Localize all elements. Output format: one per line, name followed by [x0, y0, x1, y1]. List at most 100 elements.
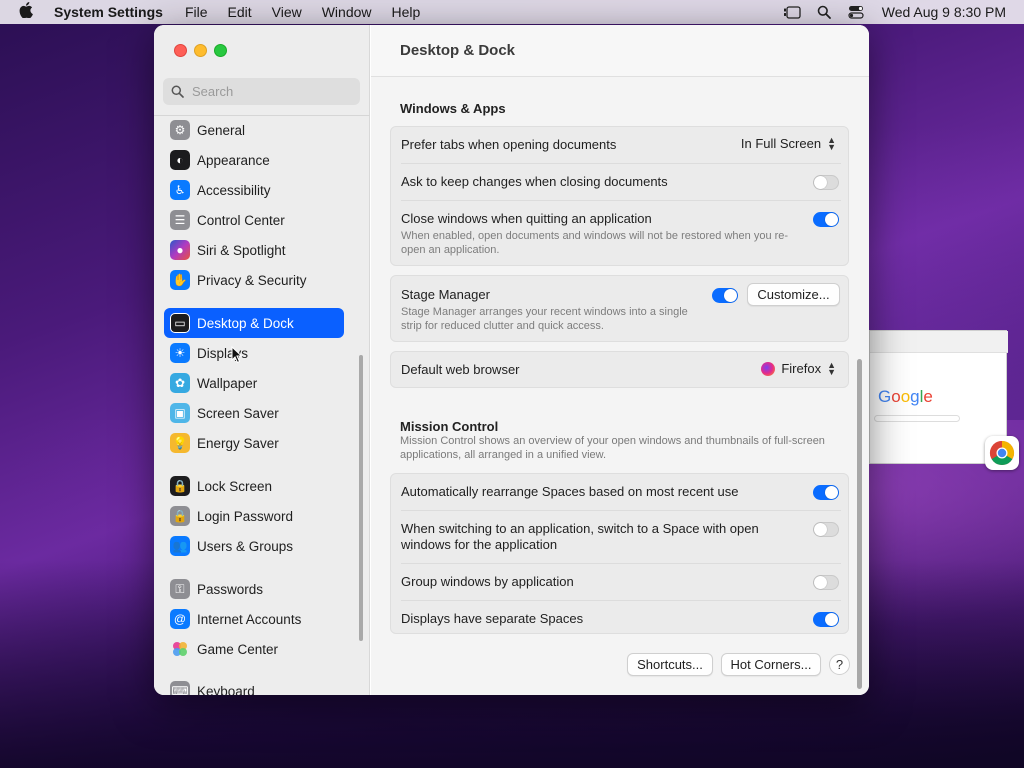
sidebar-item-label: Users & Groups [197, 538, 294, 554]
sidebar-item-label: Appearance [197, 152, 270, 168]
gear-icon: ⚙ [170, 120, 190, 140]
key-icon: ⚿ [170, 579, 190, 599]
mission-control-desc: Mission Control shows an overview of you… [400, 435, 825, 461]
close-window-button[interactable] [174, 44, 187, 57]
app-menu[interactable]: System Settings [52, 4, 175, 20]
row-separator [401, 163, 841, 164]
default-browser-label: Default web browser [401, 362, 520, 377]
separate-spaces-label: Displays have separate Spaces [401, 611, 584, 626]
stage-manager-card: Stage Manager Stage Manager arranges you… [390, 275, 849, 342]
sidebar-item-label: Privacy & Security [197, 272, 307, 288]
file-menu[interactable]: File [175, 4, 218, 20]
sidebar-item-energy-saver[interactable]: 💡 Energy Saver [164, 429, 344, 457]
close-windows-label: Close windows when quitting an applicati… [401, 211, 652, 226]
group-windows-label: Group windows by application [401, 574, 574, 589]
zoom-window-button[interactable] [214, 44, 227, 57]
appearance-icon: ◐ [170, 150, 190, 170]
sidebar-item-label: Lock Screen [197, 478, 273, 494]
sidebar-item-control-center[interactable]: ☰ Control Center [164, 206, 344, 234]
sidebar-item-label: Siri & Spotlight [197, 242, 286, 258]
page-title: Desktop & Dock [400, 42, 516, 59]
ask-keep-label: Ask to keep changes when closing documen… [401, 174, 668, 189]
spotlight-search-icon[interactable] [808, 0, 840, 24]
sidebar-item-siri-spotlight[interactable]: ● Siri & Spotlight [164, 236, 344, 264]
prefer-tabs-popup[interactable]: In Full Screen ▲ ▼ [741, 134, 836, 152]
shortcuts-button[interactable]: Shortcuts... [627, 653, 713, 676]
sidebar-item-label: Passwords [197, 581, 264, 597]
sidebar-search[interactable] [163, 78, 360, 105]
control-center-menu-icon[interactable] [840, 0, 872, 24]
google-logo: Google [878, 387, 933, 406]
row-separator [401, 563, 841, 564]
sidebar-item-wallpaper[interactable]: ✿ Wallpaper [164, 369, 344, 397]
menu-bar: System Settings File Edit View Window He… [0, 0, 1024, 24]
stage-manager-menu-icon[interactable] [776, 0, 808, 24]
users-icon: 👥 [170, 536, 190, 556]
sidebar-scrollbar[interactable] [359, 355, 363, 641]
sidebar-item-label: Energy Saver [197, 435, 279, 451]
flower-icon: ✿ [170, 373, 190, 393]
close-windows-row: Close windows when quitting an applicati… [401, 211, 801, 257]
system-settings-window: ⚙ General ◐ Appearance ♿ Accessibility ☰… [154, 25, 869, 695]
sidebar-item-keyboard[interactable]: ⌨ Keyboard [164, 677, 344, 695]
sidebar-item-general[interactable]: ⚙ General [164, 116, 344, 144]
sidebar-item-accessibility[interactable]: ♿ Accessibility [164, 176, 344, 204]
sidebar-item-users-groups[interactable]: 👥 Users & Groups [164, 532, 344, 560]
sidebar-item-passwords[interactable]: ⚿ Passwords [164, 575, 344, 603]
switch-space-toggle[interactable] [813, 522, 839, 537]
sidebar-item-label: Control Center [197, 212, 285, 228]
menu-clock[interactable]: Wed Aug 9 8:30 PM [872, 4, 1006, 20]
close-windows-toggle[interactable] [813, 212, 839, 227]
edit-menu[interactable]: Edit [218, 4, 262, 20]
sidebar-item-game-center[interactable]: Game Center [164, 635, 344, 663]
game-center-icon [170, 639, 190, 659]
dock-icon: ▭ [170, 313, 190, 333]
hand-icon: ✋ [170, 270, 190, 290]
content-scrollbar[interactable] [857, 359, 862, 689]
stage-manager-toggle[interactable] [712, 288, 738, 303]
default-browser-popup[interactable]: Firefox ▲ ▼ [761, 359, 836, 377]
rearrange-spaces-row: Automatically rearrange Spaces based on … [401, 484, 801, 499]
sidebar: ⚙ General ◐ Appearance ♿ Accessibility ☰… [154, 25, 370, 695]
prefer-tabs-label: Prefer tabs when opening documents [401, 137, 617, 152]
ask-keep-toggle[interactable] [813, 175, 839, 190]
accessibility-icon: ♿ [170, 180, 190, 200]
separate-spaces-toggle[interactable] [813, 612, 839, 627]
help-button[interactable]: ? [829, 654, 850, 675]
apple-menu-icon[interactable] [0, 2, 52, 22]
stage-manager-label: Stage Manager [401, 287, 490, 302]
sidebar-item-screen-saver[interactable]: ▣ Screen Saver [164, 399, 344, 427]
sidebar-item-label: Accessibility [197, 182, 271, 198]
window-menu[interactable]: Window [312, 4, 382, 20]
search-input[interactable] [192, 84, 352, 99]
sidebar-item-internet-accounts[interactable]: @ Internet Accounts [164, 605, 344, 633]
windows-apps-heading: Windows & Apps [400, 101, 506, 116]
lock-icon: 🔒 [170, 476, 190, 496]
minimize-window-button[interactable] [194, 44, 207, 57]
rearrange-spaces-toggle[interactable] [813, 485, 839, 500]
mission-control-heading: Mission Control [400, 419, 499, 434]
chevron-updown-icon: ▲ ▼ [827, 134, 836, 152]
sidebar-item-privacy-security[interactable]: ✋ Privacy & Security [164, 266, 344, 294]
sidebar-item-lock-screen[interactable]: 🔒 Lock Screen [164, 472, 344, 500]
sidebar-item-label: Internet Accounts [197, 611, 302, 627]
help-menu[interactable]: Help [382, 4, 431, 20]
sidebar-item-label: Keyboard [197, 683, 255, 696]
customize-button[interactable]: Customize... [747, 283, 840, 306]
view-menu[interactable]: View [262, 4, 312, 20]
sidebar-item-desktop-dock[interactable]: ▭ Desktop & Dock [164, 308, 344, 338]
at-icon: @ [170, 609, 190, 629]
sidebar-item-appearance[interactable]: ◐ Appearance [164, 146, 344, 174]
chevron-updown-icon: ▲ ▼ [827, 359, 836, 377]
screen-saver-icon: ▣ [170, 403, 190, 423]
sidebar-item-login-password[interactable]: 🔒 Login Password [164, 502, 344, 530]
sidebar-item-displays[interactable]: ☀ Displays [164, 339, 344, 367]
control-center-icon: ☰ [170, 210, 190, 230]
group-windows-row: Group windows by application [401, 574, 841, 589]
chrome-icon[interactable] [985, 436, 1019, 470]
hot-corners-button[interactable]: Hot Corners... [721, 653, 821, 676]
content-pane: Desktop & Dock Windows & Apps Prefer tab… [371, 25, 869, 695]
group-windows-toggle[interactable] [813, 575, 839, 590]
default-browser-card: Default web browser Firefox ▲ ▼ [390, 351, 849, 388]
row-separator [401, 510, 841, 511]
